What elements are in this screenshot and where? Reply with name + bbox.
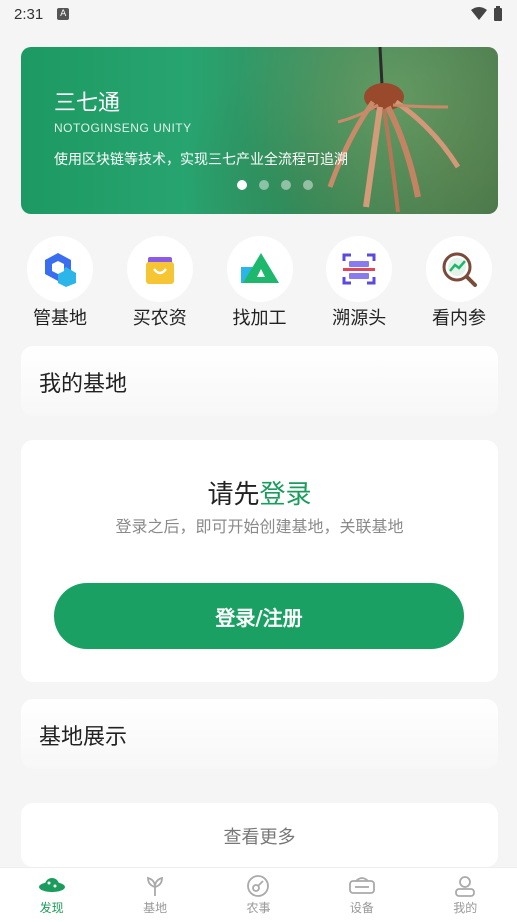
login-prompt: 请先登录 [21,474,498,511]
carousel-indicator [21,180,498,190]
banner-subtitle: NOTOGINSENG UNITY [54,121,192,135]
carousel-dot[interactable] [280,180,291,190]
login-prompt-prefix: 请先 [207,480,260,510]
tab-farming[interactable]: 农事 [218,874,298,916]
quick-item-label: 买农资 [132,308,187,329]
triangle-icon [226,236,293,302]
quick-item-find-processing[interactable]: 找加工 [221,236,299,330]
carousel-dot[interactable] [258,180,269,190]
disc-icon [247,874,270,897]
tab-label: 我的 [453,900,478,915]
login-link[interactable]: 登录 [260,480,312,510]
sprout-icon [147,876,163,896]
tab-devices[interactable]: 设备 [322,875,402,916]
battery-icon [494,6,502,21]
status-bar: 2:31 A [0,0,517,28]
banner-description: 使用区块链等技术，实现三七产业全流程可追溯 [54,152,348,168]
quick-item-buy-supplies[interactable]: 买农资 [121,236,199,330]
bottom-tab-bar: 发现 基地 农事 设备 我的 [0,867,517,922]
section-title: 我的基地 [39,372,128,397]
chart-search-icon [426,236,492,302]
banner-carousel[interactable]: 三七通 NOTOGINSENG UNITY 使用区块链等技术，实现三七产业全流程… [21,47,498,214]
quick-item-manage-base[interactable]: 管基地 [21,236,99,330]
login-card: 请先登录 登录之后，即可开始创建基地，关联基地 登录/注册 [21,440,498,682]
quick-item-label: 溯源头 [332,308,387,329]
section-title: 基地展示 [39,725,128,750]
view-more-button[interactable]: 查看更多 [21,823,498,849]
tab-label: 发现 [39,900,64,915]
tab-label: 基地 [143,900,168,915]
quick-item-label: 看内参 [432,308,486,329]
view-more-card[interactable]: 查看更多 [21,803,498,867]
carousel-dot[interactable] [236,180,247,190]
quick-item-label: 管基地 [33,308,87,329]
tab-base[interactable]: 基地 [115,875,195,916]
quick-item-label: 找加工 [232,308,287,329]
shopping-bag-icon [126,236,193,302]
planet-icon [38,877,65,892]
hexagon-icon [27,236,93,302]
quick-item-trace-source[interactable]: 溯源头 [320,236,398,330]
quick-menu: 管基地 买农资 找加工 溯源头 看内参 [21,236,498,330]
user-icon [455,875,476,897]
device-icon [348,876,375,894]
tab-label: 农事 [246,900,271,915]
scan-icon [326,236,393,302]
login-hint: 登录之后，即可开始创建基地，关联基地 [115,517,404,536]
status-time: 2:31 [14,5,44,23]
my-base-section: 我的基地 [21,346,498,416]
quick-item-read-reports[interactable]: 看内参 [420,236,498,330]
tab-label: 设备 [349,900,374,915]
tab-mine[interactable]: 我的 [425,875,505,916]
notification-icon: A [57,8,70,20]
base-showcase-section: 基地展示 [21,699,498,769]
login-register-button[interactable]: 登录/注册 [54,583,464,649]
carousel-dot[interactable] [302,180,313,190]
wifi-icon [471,7,487,20]
banner-title: 三七通 [54,91,121,116]
tab-discover[interactable]: 发现 [12,875,92,916]
